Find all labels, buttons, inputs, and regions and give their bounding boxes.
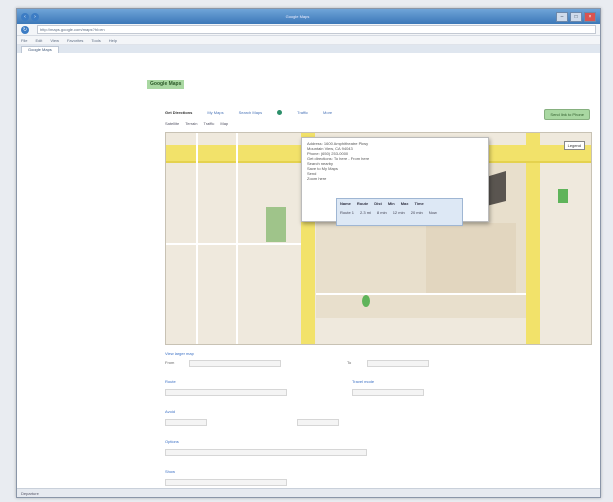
top-tabs: Get Directions My Maps Search Maps Traff… xyxy=(165,110,332,115)
url-input[interactable]: http://maps.google.com/maps?hl=en xyxy=(37,25,596,34)
map-canvas[interactable]: Legend Address: 1600 Amphitheatre Pkwy M… xyxy=(165,132,592,345)
status-bar: Departure xyxy=(17,488,600,497)
table-header: Max xyxy=(400,201,409,206)
menu-favorites[interactable]: Favorites xyxy=(67,38,83,43)
table-cell: 2.3 mi xyxy=(360,210,371,215)
to-input[interactable] xyxy=(367,360,429,367)
minimize-button[interactable]: – xyxy=(556,11,568,22)
browser-window: ‹ › Google Maps – □ × ↻ http://maps.goog… xyxy=(16,8,601,498)
route-options[interactable] xyxy=(165,389,287,396)
table-header: Dist xyxy=(374,201,382,206)
to-label: To xyxy=(347,360,352,365)
menu-file[interactable]: File xyxy=(21,38,27,43)
menu-edit[interactable]: Edit xyxy=(35,38,42,43)
tab-more[interactable]: More xyxy=(323,110,332,115)
section-show: Show xyxy=(165,469,176,474)
table-cell: 8 min xyxy=(376,210,387,215)
avoid-tolls-checkbox[interactable] xyxy=(297,419,339,426)
menu-bar: File Edit View Favorites Tools Help xyxy=(17,36,600,45)
browser-tab[interactable]: Google Maps xyxy=(21,46,59,53)
section-route: Route xyxy=(165,379,176,384)
option-terrain[interactable]: Terrain xyxy=(185,121,197,126)
close-button[interactable]: × xyxy=(584,11,596,22)
forward-icon[interactable]: › xyxy=(31,12,39,21)
status-text: Departure xyxy=(21,490,39,496)
send-link-button[interactable]: Send link to Phone xyxy=(544,109,590,120)
option-map[interactable]: Map xyxy=(220,121,228,126)
options-row-input[interactable] xyxy=(165,449,367,456)
table-cell: 12 min xyxy=(392,210,405,215)
map-options-row: Satellite Terrain Traffic Map xyxy=(165,121,228,126)
title-bar: ‹ › Google Maps – □ × xyxy=(17,9,600,24)
menu-view[interactable]: View xyxy=(50,38,59,43)
menu-tools[interactable]: Tools xyxy=(91,38,100,43)
maximize-button[interactable]: □ xyxy=(570,11,582,22)
legend-button[interactable]: Legend xyxy=(563,141,585,150)
show-options[interactable] xyxy=(165,479,287,486)
table-header: Min xyxy=(387,201,395,206)
tab-directions[interactable]: Get Directions xyxy=(165,110,192,115)
travel-mode-options[interactable] xyxy=(352,389,424,396)
tab-traffic[interactable]: Traffic xyxy=(297,110,308,115)
view-larger-map-link[interactable]: View larger map xyxy=(165,351,194,356)
popup-link[interactable]: Zoom here xyxy=(307,176,483,181)
table-cell: 20 min xyxy=(410,210,423,215)
tab-my-maps[interactable]: My Maps xyxy=(207,110,223,115)
route-table: Name Route Dist Min Max Time Route 1 2.3… xyxy=(336,198,463,226)
section-avoid: Avoid xyxy=(165,409,175,414)
page-logo[interactable]: Google Maps xyxy=(147,80,185,89)
menu-help[interactable]: Help xyxy=(109,38,117,43)
option-traffic[interactable]: Traffic xyxy=(203,121,214,126)
table-header: Route xyxy=(356,201,369,206)
page-content: Google Maps Get Directions My Maps Searc… xyxy=(17,59,600,489)
table-header: Time xyxy=(414,201,424,206)
table-cell: Now xyxy=(428,210,437,215)
section-travel-mode: Travel mode xyxy=(352,379,375,384)
from-input[interactable] xyxy=(189,360,281,367)
back-icon[interactable]: ‹ xyxy=(21,12,29,21)
window-title: Google Maps xyxy=(285,14,310,19)
address-bar: ↻ http://maps.google.com/maps?hl=en xyxy=(17,24,600,36)
refresh-icon[interactable]: ↻ xyxy=(21,25,29,34)
table-header: Name xyxy=(340,201,351,206)
tab-strip: Google Maps xyxy=(17,45,600,53)
from-label: From xyxy=(165,360,175,365)
table-cell: Route 1 xyxy=(340,210,355,215)
section-options: Options xyxy=(165,439,179,444)
option-satellite[interactable]: Satellite xyxy=(165,121,179,126)
tab-search-maps[interactable]: Search Maps xyxy=(239,110,263,115)
avoid-highways-checkbox[interactable] xyxy=(165,419,207,426)
status-dot-icon xyxy=(277,110,283,115)
